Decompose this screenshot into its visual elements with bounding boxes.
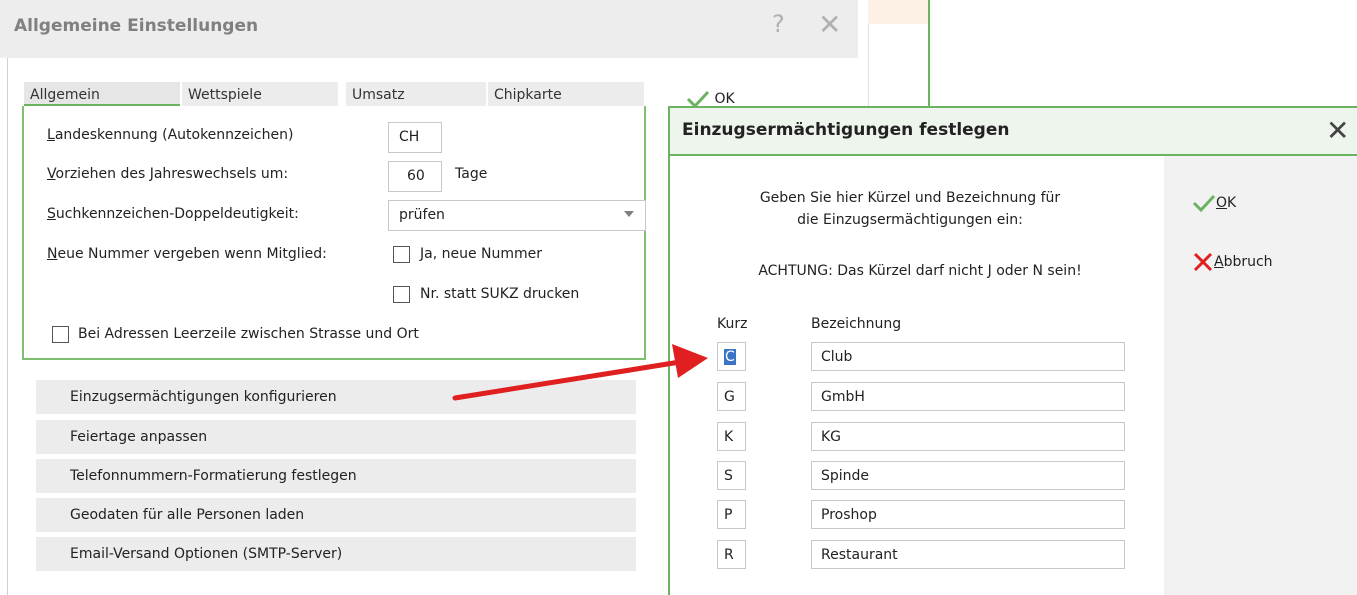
annotation-arrow [452,344,708,401]
